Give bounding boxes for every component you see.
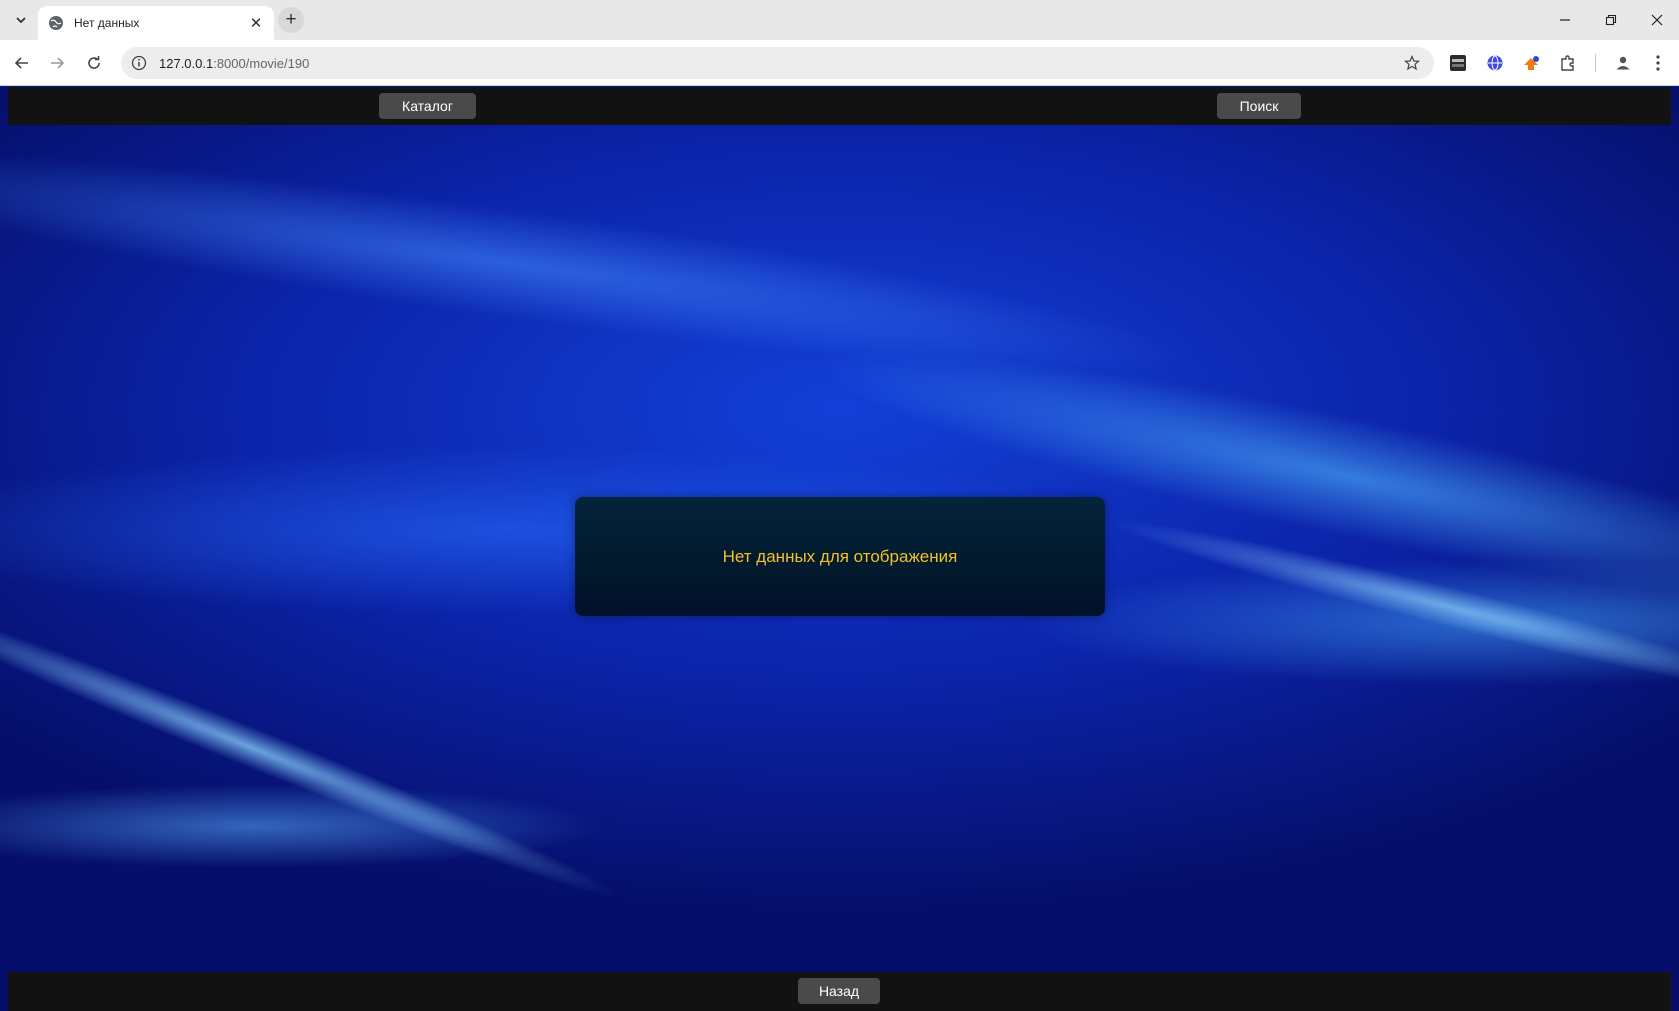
site-info-button[interactable] [129,53,149,73]
url-text[interactable]: 127.0.0.1:8000/movie/190 [159,56,1402,71]
top-navigation-bar: Каталог Поиск [8,87,1671,125]
browser-menu-button[interactable] [1648,53,1668,73]
url-path: :8000/movie/190 [213,55,310,71]
cai-extension-button[interactable] [1448,53,1468,73]
back-button[interactable] [10,51,34,75]
toolbar-separator [1595,54,1596,72]
chevron-down-icon [16,17,26,24]
globe-icon [49,16,63,30]
reload-button[interactable] [82,51,106,75]
catalog-button[interactable]: Каталог [379,93,476,119]
browser-tab[interactable]: Нет данных ✕ [38,6,274,40]
puzzle-icon [1561,55,1574,71]
translate-extension-button[interactable] [1485,53,1505,73]
minimize-button[interactable] [1553,8,1577,32]
background-light-streak [0,110,1201,414]
translate-globe-icon [1487,55,1503,71]
back-link-button[interactable]: Назад [798,978,880,1004]
tab-list-button[interactable] [10,9,32,31]
background-light-streak [1105,502,1679,712]
close-icon [1651,14,1663,26]
extensions-button[interactable] [1558,53,1578,73]
new-tab-button[interactable]: + [278,7,304,33]
browser-toolbar: 127.0.0.1:8000/movie/190 [0,40,1679,86]
arrow-right-icon [51,57,65,69]
reload-icon [88,56,100,69]
close-window-button[interactable] [1645,8,1669,32]
profile-button[interactable] [1613,53,1633,73]
bottom-navigation-bar: Назад [8,972,1671,1011]
orange-extension-button[interactable] [1521,53,1541,73]
page-viewport: Каталог Поиск Нет данных для отображения… [0,87,1679,1011]
url-host: 127.0.0.1 [159,55,214,71]
restore-button[interactable] [1599,8,1623,32]
forward-button[interactable] [45,51,69,75]
star-icon [1404,55,1420,71]
browser-titlebar: Нет данных ✕ + [0,0,1679,40]
close-icon[interactable]: ✕ [248,14,264,32]
tab-title: Нет данных [74,16,140,30]
kebab-menu-icon [1656,55,1660,71]
info-icon [131,55,147,71]
plus-icon: + [285,9,297,30]
orange-extension-icon [1524,56,1539,70]
minimize-icon [1560,19,1570,21]
cai-extension-icon [1450,55,1466,71]
arrow-left-icon [14,57,28,69]
restore-icon [1605,14,1617,26]
no-data-message: Нет данных для отображения [722,546,958,566]
background-light-streak [0,578,629,916]
person-icon [1616,56,1630,70]
address-bar[interactable]: 127.0.0.1:8000/movie/190 [121,47,1434,79]
bookmark-button[interactable] [1402,53,1422,73]
search-button[interactable]: Поиск [1217,93,1301,119]
no-data-message-box: Нет данных для отображения [575,497,1105,616]
